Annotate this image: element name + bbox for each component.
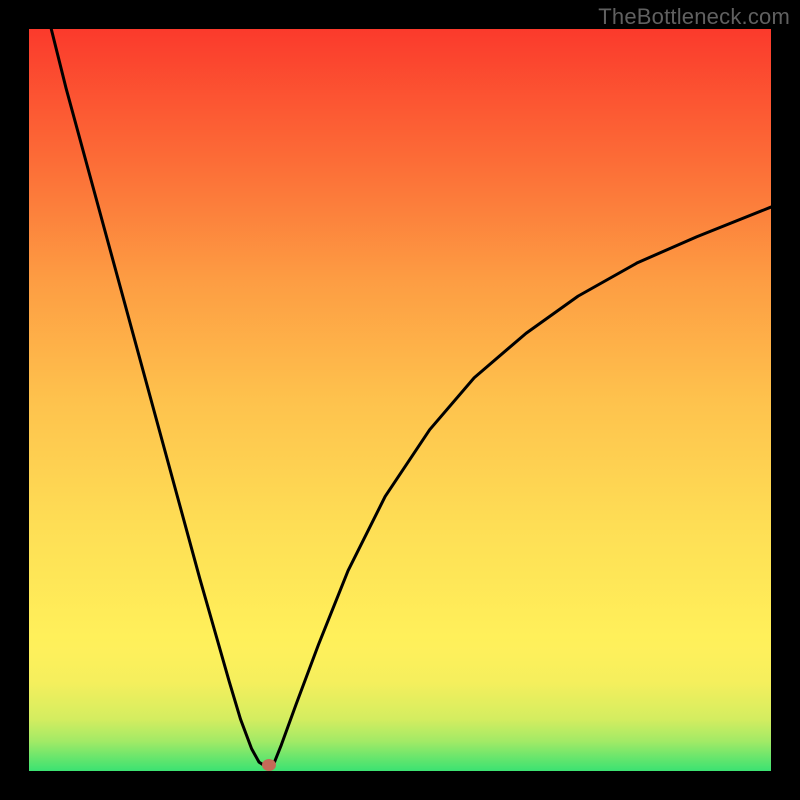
optimum-marker (262, 759, 276, 771)
plot-area (29, 29, 771, 771)
watermark-text: TheBottleneck.com (598, 4, 790, 30)
bottleneck-curve (29, 29, 771, 771)
chart-frame: TheBottleneck.com (0, 0, 800, 800)
